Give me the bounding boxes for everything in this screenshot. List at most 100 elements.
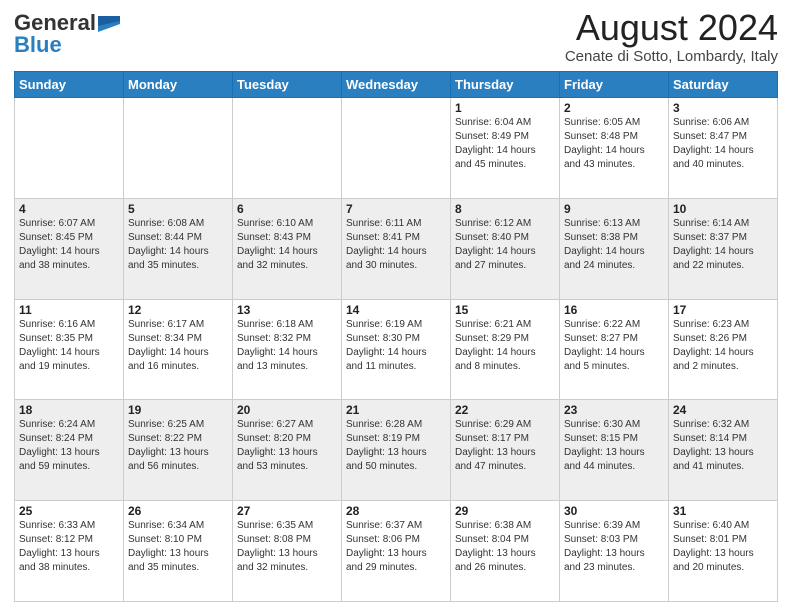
day-info: Sunrise: 6:19 AM Sunset: 8:30 PM Dayligh… bbox=[346, 318, 446, 374]
calendar-cell: 22Sunrise: 6:29 AM Sunset: 8:17 PM Dayli… bbox=[451, 400, 560, 501]
calendar-cell: 23Sunrise: 6:30 AM Sunset: 8:15 PM Dayli… bbox=[560, 400, 669, 501]
day-info: Sunrise: 6:11 AM Sunset: 8:41 PM Dayligh… bbox=[346, 217, 446, 273]
calendar-week-5: 25Sunrise: 6:33 AM Sunset: 8:12 PM Dayli… bbox=[15, 501, 778, 602]
day-number: 13 bbox=[237, 303, 337, 317]
calendar-week-3: 11Sunrise: 6:16 AM Sunset: 8:35 PM Dayli… bbox=[15, 299, 778, 400]
day-info: Sunrise: 6:04 AM Sunset: 8:49 PM Dayligh… bbox=[455, 116, 555, 172]
calendar-table: Sunday Monday Tuesday Wednesday Thursday… bbox=[14, 71, 778, 602]
day-info: Sunrise: 6:07 AM Sunset: 8:45 PM Dayligh… bbox=[19, 217, 119, 273]
day-info: Sunrise: 6:32 AM Sunset: 8:14 PM Dayligh… bbox=[673, 418, 773, 474]
day-info: Sunrise: 6:33 AM Sunset: 8:12 PM Dayligh… bbox=[19, 519, 119, 575]
day-number: 20 bbox=[237, 403, 337, 417]
day-info: Sunrise: 6:17 AM Sunset: 8:34 PM Dayligh… bbox=[128, 318, 228, 374]
location: Cenate di Sotto, Lombardy, Italy bbox=[565, 48, 778, 65]
calendar-cell: 18Sunrise: 6:24 AM Sunset: 8:24 PM Dayli… bbox=[15, 400, 124, 501]
calendar-cell: 27Sunrise: 6:35 AM Sunset: 8:08 PM Dayli… bbox=[233, 501, 342, 602]
day-number: 26 bbox=[128, 504, 228, 518]
day-number: 14 bbox=[346, 303, 446, 317]
calendar-cell: 13Sunrise: 6:18 AM Sunset: 8:32 PM Dayli… bbox=[233, 299, 342, 400]
day-info: Sunrise: 6:12 AM Sunset: 8:40 PM Dayligh… bbox=[455, 217, 555, 273]
day-number: 4 bbox=[19, 202, 119, 216]
calendar-cell: 26Sunrise: 6:34 AM Sunset: 8:10 PM Dayli… bbox=[124, 501, 233, 602]
day-info: Sunrise: 6:08 AM Sunset: 8:44 PM Dayligh… bbox=[128, 217, 228, 273]
col-sunday: Sunday bbox=[15, 72, 124, 98]
calendar-cell: 24Sunrise: 6:32 AM Sunset: 8:14 PM Dayli… bbox=[669, 400, 778, 501]
day-number: 19 bbox=[128, 403, 228, 417]
day-number: 9 bbox=[564, 202, 664, 216]
calendar-cell: 28Sunrise: 6:37 AM Sunset: 8:06 PM Dayli… bbox=[342, 501, 451, 602]
calendar-header-row: Sunday Monday Tuesday Wednesday Thursday… bbox=[15, 72, 778, 98]
page: General Blue August 2024 Cenate di Sotto… bbox=[0, 0, 792, 612]
day-number: 6 bbox=[237, 202, 337, 216]
logo-flag-icon bbox=[98, 16, 120, 32]
calendar-cell: 9Sunrise: 6:13 AM Sunset: 8:38 PM Daylig… bbox=[560, 198, 669, 299]
calendar-cell: 21Sunrise: 6:28 AM Sunset: 8:19 PM Dayli… bbox=[342, 400, 451, 501]
day-info: Sunrise: 6:14 AM Sunset: 8:37 PM Dayligh… bbox=[673, 217, 773, 273]
day-info: Sunrise: 6:28 AM Sunset: 8:19 PM Dayligh… bbox=[346, 418, 446, 474]
calendar-cell: 16Sunrise: 6:22 AM Sunset: 8:27 PM Dayli… bbox=[560, 299, 669, 400]
calendar-week-4: 18Sunrise: 6:24 AM Sunset: 8:24 PM Dayli… bbox=[15, 400, 778, 501]
col-wednesday: Wednesday bbox=[342, 72, 451, 98]
day-number: 5 bbox=[128, 202, 228, 216]
day-info: Sunrise: 6:38 AM Sunset: 8:04 PM Dayligh… bbox=[455, 519, 555, 575]
day-info: Sunrise: 6:13 AM Sunset: 8:38 PM Dayligh… bbox=[564, 217, 664, 273]
calendar-cell: 10Sunrise: 6:14 AM Sunset: 8:37 PM Dayli… bbox=[669, 198, 778, 299]
day-number: 25 bbox=[19, 504, 119, 518]
calendar-cell: 3Sunrise: 6:06 AM Sunset: 8:47 PM Daylig… bbox=[669, 98, 778, 199]
day-number: 28 bbox=[346, 504, 446, 518]
day-info: Sunrise: 6:30 AM Sunset: 8:15 PM Dayligh… bbox=[564, 418, 664, 474]
calendar-cell bbox=[124, 98, 233, 199]
day-info: Sunrise: 6:05 AM Sunset: 8:48 PM Dayligh… bbox=[564, 116, 664, 172]
day-number: 17 bbox=[673, 303, 773, 317]
calendar-cell: 15Sunrise: 6:21 AM Sunset: 8:29 PM Dayli… bbox=[451, 299, 560, 400]
col-thursday: Thursday bbox=[451, 72, 560, 98]
day-number: 24 bbox=[673, 403, 773, 417]
day-number: 31 bbox=[673, 504, 773, 518]
calendar-cell: 25Sunrise: 6:33 AM Sunset: 8:12 PM Dayli… bbox=[15, 501, 124, 602]
title-area: August 2024 Cenate di Sotto, Lombardy, I… bbox=[565, 10, 778, 65]
calendar-cell: 30Sunrise: 6:39 AM Sunset: 8:03 PM Dayli… bbox=[560, 501, 669, 602]
day-number: 3 bbox=[673, 101, 773, 115]
calendar-cell: 2Sunrise: 6:05 AM Sunset: 8:48 PM Daylig… bbox=[560, 98, 669, 199]
calendar-cell: 1Sunrise: 6:04 AM Sunset: 8:49 PM Daylig… bbox=[451, 98, 560, 199]
day-number: 18 bbox=[19, 403, 119, 417]
day-info: Sunrise: 6:10 AM Sunset: 8:43 PM Dayligh… bbox=[237, 217, 337, 273]
day-number: 23 bbox=[564, 403, 664, 417]
calendar-cell: 8Sunrise: 6:12 AM Sunset: 8:40 PM Daylig… bbox=[451, 198, 560, 299]
header: General Blue August 2024 Cenate di Sotto… bbox=[14, 10, 778, 65]
calendar-cell bbox=[15, 98, 124, 199]
day-info: Sunrise: 6:24 AM Sunset: 8:24 PM Dayligh… bbox=[19, 418, 119, 474]
day-number: 10 bbox=[673, 202, 773, 216]
day-info: Sunrise: 6:21 AM Sunset: 8:29 PM Dayligh… bbox=[455, 318, 555, 374]
day-number: 12 bbox=[128, 303, 228, 317]
day-info: Sunrise: 6:39 AM Sunset: 8:03 PM Dayligh… bbox=[564, 519, 664, 575]
day-number: 30 bbox=[564, 504, 664, 518]
calendar-cell: 14Sunrise: 6:19 AM Sunset: 8:30 PM Dayli… bbox=[342, 299, 451, 400]
calendar-cell: 12Sunrise: 6:17 AM Sunset: 8:34 PM Dayli… bbox=[124, 299, 233, 400]
day-number: 27 bbox=[237, 504, 337, 518]
calendar-cell bbox=[233, 98, 342, 199]
day-number: 8 bbox=[455, 202, 555, 216]
day-number: 1 bbox=[455, 101, 555, 115]
col-saturday: Saturday bbox=[669, 72, 778, 98]
day-info: Sunrise: 6:23 AM Sunset: 8:26 PM Dayligh… bbox=[673, 318, 773, 374]
calendar-cell bbox=[342, 98, 451, 199]
logo-blue: Blue bbox=[14, 32, 62, 58]
calendar-cell: 17Sunrise: 6:23 AM Sunset: 8:26 PM Dayli… bbox=[669, 299, 778, 400]
day-info: Sunrise: 6:40 AM Sunset: 8:01 PM Dayligh… bbox=[673, 519, 773, 575]
day-info: Sunrise: 6:16 AM Sunset: 8:35 PM Dayligh… bbox=[19, 318, 119, 374]
calendar-cell: 7Sunrise: 6:11 AM Sunset: 8:41 PM Daylig… bbox=[342, 198, 451, 299]
day-info: Sunrise: 6:18 AM Sunset: 8:32 PM Dayligh… bbox=[237, 318, 337, 374]
calendar-cell: 5Sunrise: 6:08 AM Sunset: 8:44 PM Daylig… bbox=[124, 198, 233, 299]
day-info: Sunrise: 6:25 AM Sunset: 8:22 PM Dayligh… bbox=[128, 418, 228, 474]
calendar-cell: 29Sunrise: 6:38 AM Sunset: 8:04 PM Dayli… bbox=[451, 501, 560, 602]
day-info: Sunrise: 6:06 AM Sunset: 8:47 PM Dayligh… bbox=[673, 116, 773, 172]
month-title: August 2024 bbox=[565, 10, 778, 46]
day-info: Sunrise: 6:34 AM Sunset: 8:10 PM Dayligh… bbox=[128, 519, 228, 575]
day-info: Sunrise: 6:27 AM Sunset: 8:20 PM Dayligh… bbox=[237, 418, 337, 474]
calendar-week-2: 4Sunrise: 6:07 AM Sunset: 8:45 PM Daylig… bbox=[15, 198, 778, 299]
calendar-cell: 4Sunrise: 6:07 AM Sunset: 8:45 PM Daylig… bbox=[15, 198, 124, 299]
day-number: 15 bbox=[455, 303, 555, 317]
day-info: Sunrise: 6:22 AM Sunset: 8:27 PM Dayligh… bbox=[564, 318, 664, 374]
calendar-cell: 6Sunrise: 6:10 AM Sunset: 8:43 PM Daylig… bbox=[233, 198, 342, 299]
